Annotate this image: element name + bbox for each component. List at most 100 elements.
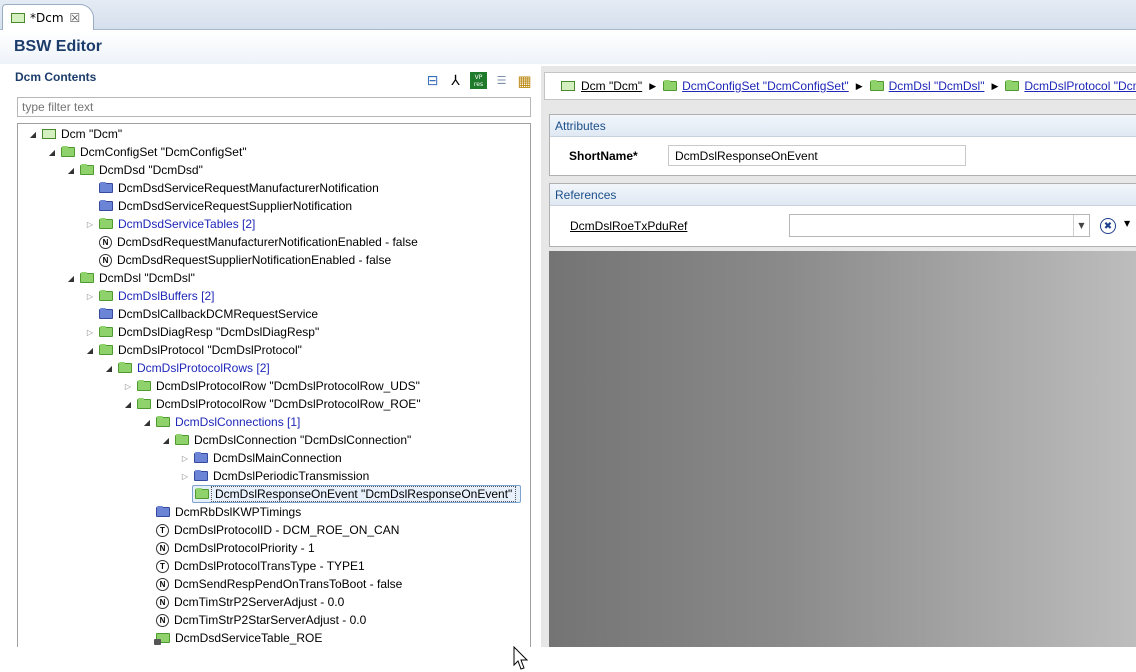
tree-item[interactable]: DcmDsdServiceRequestManufacturerNotifica… [83,179,379,197]
expanded-arrow-icon[interactable]: ◢ [64,166,78,175]
tree-item[interactable]: ◢ DcmDslConnections [1] [140,413,300,431]
tree-item[interactable]: DcmRbDslKWPTimings [140,503,301,521]
container-folder-icon [156,416,170,427]
expanded-arrow-icon[interactable]: ◢ [102,364,116,373]
tree-item[interactable]: ◢ DcmDsd "DcmDsd" [64,161,203,179]
selected-item-highlight[interactable]: DcmDslResponseOnEvent "DcmDslResponseOnE… [192,485,522,503]
text-param-icon: T [156,523,169,537]
tree-item[interactable]: ▷ DcmDslBuffers [2] [83,287,215,305]
tree-item-label: DcmSendRespPendOnTransToBoot - false [174,577,403,591]
filter-input[interactable] [17,97,531,117]
collapsed-arrow-icon[interactable]: ▷ [83,292,97,301]
tree-item[interactable]: ▷ DcmDslDiagResp "DcmDslDiagResp" [83,323,319,341]
tree-item-label: DcmDslDiagResp "DcmDslDiagResp" [118,325,320,339]
collapsed-arrow-icon[interactable]: ▷ [121,382,135,391]
tree-item-label: DcmDslProtocolRow "DcmDslProtocolRow_ROE… [156,397,421,411]
module-icon [11,13,25,23]
shortname-field[interactable]: DcmDslResponseOnEvent [668,145,966,166]
container-folder-icon [1005,80,1020,91]
variant-resolve-icon[interactable]: VP res [470,72,487,89]
numeric-param-icon: N [156,577,169,591]
text-param-icon: T [156,559,169,573]
tree-item[interactable]: N DcmTimStrP2ServerAdjust - 0.0 [140,593,344,611]
dropdown-arrow-icon[interactable]: ▼ [1124,219,1130,228]
breadcrumb-separator-icon: ▶ [991,80,999,91]
breadcrumb-item[interactable]: DcmConfigSet "DcmConfigSet" [663,79,849,93]
chevron-down-icon[interactable]: ▼ [1073,215,1089,236]
tree-item[interactable]: N DcmDsdRequestManufacturerNotificationEn… [83,233,418,251]
tree-item[interactable]: ◢ DcmDsl "DcmDsl" [64,269,195,287]
mouse-cursor-icon [513,646,529,670]
editor-tab-dcm[interactable]: *Dcm ☒ [2,4,94,31]
collapse-all-icon[interactable]: ⊟ [424,72,441,89]
optional-container-icon [99,182,113,193]
close-icon[interactable]: ☒ [70,11,81,25]
tree-item[interactable]: N DcmTimStrP2StarServerAdjust - 0.0 [140,611,366,629]
breadcrumb-item[interactable]: Dcm "Dcm" [561,79,642,93]
link-editor-icon[interactable]: ⅄ [447,72,464,89]
tree-item[interactable]: ◢ DcmDslProtocolRows [2] [102,359,270,377]
tree-item[interactable]: ◢ DcmDslProtocol "DcmDslProtocol" [83,341,302,359]
numeric-param-icon: N [156,613,169,627]
roe-txpdu-ref-row: DcmDslRoeTxPduRef ▼ ✖ ▼ [550,206,1136,246]
collapsed-arrow-icon[interactable]: ▷ [178,454,192,463]
tree-item[interactable]: DcmDslCallbackDCMRequestService [83,305,318,323]
tree-item[interactable]: N DcmDslProtocolPriority - 1 [140,539,315,557]
tree-item[interactable]: ▷ DcmDslPeriodicTransmission [178,467,369,485]
contents-toolbar: ⊟ ⅄ VP res ☰ ▦ [424,72,533,90]
tree-item[interactable]: ▷ DcmDslMainConnection [178,449,342,467]
table-view-icon[interactable]: ▦ [516,72,533,90]
numeric-param-icon: N [156,541,169,555]
shortname-label: ShortName* [569,149,638,163]
contents-tree[interactable]: ◢ Dcm "Dcm" ◢ DcmConfigSet "DcmConfigSet" ◢ D… [17,123,531,647]
editor-title: BSW Editor [0,30,1136,64]
container-folder-icon [175,434,189,445]
tree-item[interactable]: ◢ DcmDslConnection "DcmDslConnection" [159,431,411,449]
tree-item[interactable]: ◢ DcmConfigSet "DcmConfigSet" [45,143,247,161]
tree-item-label: DcmDsl "DcmDsl" [99,271,195,285]
tree-item-label: Dcm "Dcm" [61,127,123,141]
tree-item[interactable]: N DcmDsdRequestSupplierNotificationEnable… [83,251,391,269]
breadcrumb-item[interactable]: DcmDsl "DcmDsl" [869,79,984,93]
container-folder-icon [869,80,884,91]
expanded-arrow-icon[interactable]: ◢ [140,418,154,427]
optional-container-icon [194,470,208,481]
roe-txpdu-ref-label[interactable]: DcmDslRoeTxPduRef [570,219,687,233]
tree-item[interactable]: DcmDsdServiceTable_ROE [140,629,322,647]
document-icon[interactable]: ☰ [493,72,510,89]
tree-item[interactable]: DcmDsdServiceRequestSupplierNotification [83,197,352,215]
tree-item-label: DcmDslProtocolRows [2] [137,361,270,375]
collapsed-arrow-icon[interactable]: ▷ [83,220,97,229]
container-folder-icon [99,218,113,229]
tree-item-label: DcmDsdServiceRequestSupplierNotification [118,199,353,213]
tree-item[interactable]: T DcmDslProtocolID - DCM_ROE_ON_CAN [140,521,399,539]
tree-item[interactable]: ◢ Dcm "Dcm" [26,125,122,143]
breadcrumb-item[interactable]: DcmDslProtocol "DcmDslProtocol" [1005,79,1136,93]
tree-item[interactable]: N DcmSendRespPendOnTransToBoot - false [140,575,402,593]
references-header[interactable]: References [550,184,1136,206]
optional-container-icon [99,308,113,319]
breadcrumb-item-label: DcmDslProtocol "DcmDslProtocol" [1024,79,1136,93]
collapsed-arrow-icon[interactable]: ▷ [83,328,97,337]
expanded-arrow-icon[interactable]: ◢ [121,400,135,409]
expanded-arrow-icon[interactable]: ◢ [83,346,97,355]
expanded-arrow-icon[interactable]: ◢ [159,436,173,445]
tree-item[interactable]: ▷ DcmDslProtocolRow "DcmDslProtocolRow_UD… [121,377,420,395]
tree-item[interactable]: ◢ DcmDslProtocolRow "DcmDslProtocolRow_RO… [121,395,421,413]
expanded-arrow-icon[interactable]: ◢ [45,148,59,157]
tree-item[interactable]: T DcmDslProtocolTransType - TYPE1 [140,557,365,575]
tree-item[interactable]: ▷ DcmDsdServiceTables [2] [83,215,255,233]
container-folder-icon [99,290,113,301]
tree-item-label: DcmTimStrP2ServerAdjust - 0.0 [174,595,345,609]
tab-title: *Dcm [30,11,64,25]
breadcrumb-item-label: Dcm "Dcm" [581,79,643,93]
tree-item[interactable]: DcmDslResponseOnEvent "DcmDslResponseOnE… [178,485,522,503]
roe-txpdu-ref-select[interactable]: ▼ [789,214,1090,237]
tree-item-label: DcmDslCallbackDCMRequestService [118,307,319,321]
expanded-arrow-icon[interactable]: ◢ [64,274,78,283]
attributes-header[interactable]: Attributes [550,115,1136,137]
collapsed-arrow-icon[interactable]: ▷ [178,472,192,481]
reference-target-icon[interactable]: ✖ [1100,218,1116,234]
expanded-arrow-icon[interactable]: ◢ [26,130,40,139]
module-icon [42,129,56,139]
